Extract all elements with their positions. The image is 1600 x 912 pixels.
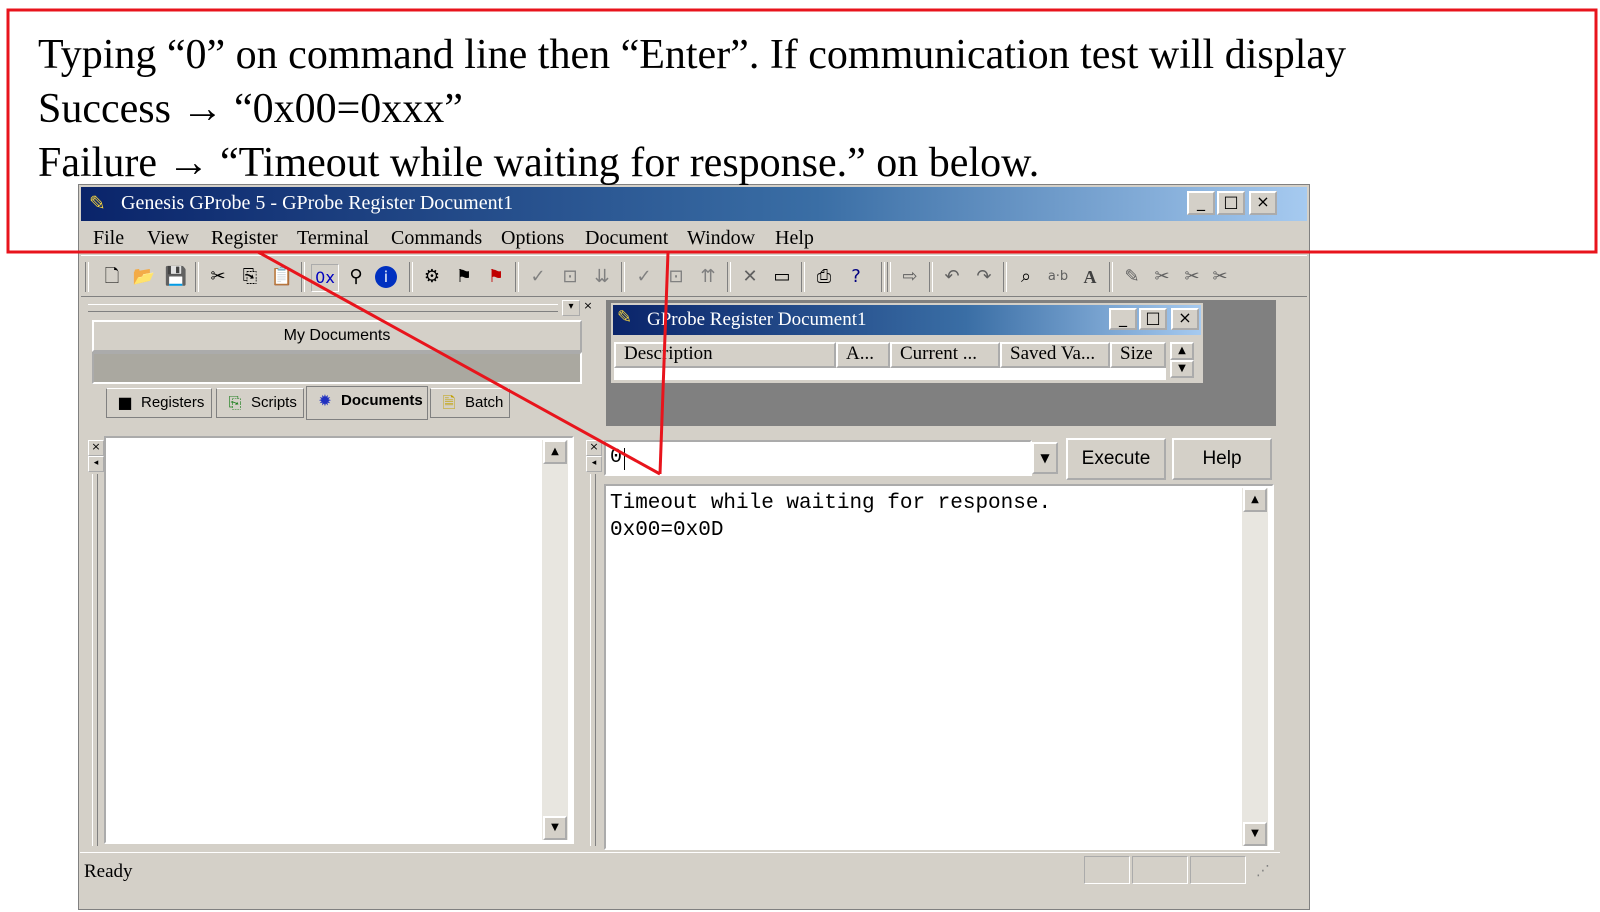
- pointer-line-left: [257, 250, 661, 476]
- pointer-line-right: [658, 251, 670, 475]
- annotation-line-1: Typing “0” on command line then “Enter”.…: [38, 32, 1347, 78]
- annotation-line-3: Failure → “Timeout while waiting for res…: [38, 140, 1040, 186]
- annotation-overlay: [6, 8, 1598, 476]
- annotation-line-2: Success → “0x00=0xxx”: [38, 86, 463, 132]
